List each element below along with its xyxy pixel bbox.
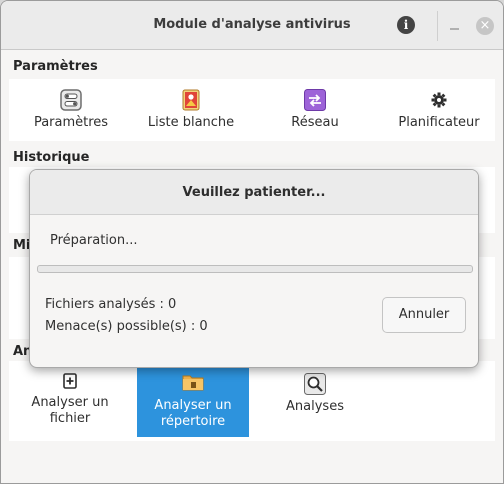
network-icon [304, 89, 326, 111]
whitelist-button[interactable]: Liste blanche [141, 89, 241, 131]
toggle-settings-icon [60, 89, 82, 111]
settings-label: Paramètres [33, 115, 109, 130]
dialog-header: Veuillez patienter... [30, 170, 478, 215]
dialog-title: Veuillez patienter... [182, 185, 326, 200]
scheduler-label: Planificateur [398, 115, 480, 130]
folder-icon [182, 375, 204, 391]
scan-directory-label-line1: Analyser un [154, 398, 232, 413]
scans-label: Analyses [286, 399, 344, 414]
gear-icon [431, 92, 447, 108]
section-header-parametres: Paramètres [13, 59, 98, 74]
add-file-icon [63, 373, 77, 389]
scan-file-label-line1: Analyser un [31, 395, 109, 410]
scan-directory-button[interactable]: Analyser un répertoire [137, 361, 249, 437]
title-bar: Module d'analyse antivirus i × [1, 1, 503, 50]
window-title: Module d'analyse antivirus [153, 17, 351, 32]
network-label: Réseau [291, 115, 339, 130]
whitelist-label: Liste blanche [147, 115, 235, 130]
whitelist-icon [182, 89, 200, 111]
scheduler-button[interactable]: Planificateur [391, 91, 487, 131]
threats-found-count: Menace(s) possible(s) : 0 [45, 319, 208, 334]
settings-button[interactable]: Paramètres [31, 89, 111, 131]
cancel-button[interactable]: Annuler [382, 297, 466, 333]
dialog-status-text: Préparation... [50, 233, 138, 248]
scan-progress-bar [37, 265, 473, 273]
info-icon[interactable]: i [397, 16, 415, 34]
progress-dialog: Veuillez patienter... Préparation... Fic… [29, 169, 479, 368]
files-scanned-count: Fichiers analysés : 0 [45, 297, 177, 312]
app-window: Module d'analyse antivirus i × Paramètre… [0, 0, 504, 484]
close-button[interactable]: × [476, 17, 494, 35]
magnifier-icon [304, 373, 326, 395]
network-button[interactable]: Réseau [275, 89, 355, 131]
parametres-panel: Paramètres Liste blanche Réseau Planific… [9, 79, 495, 141]
scans-button[interactable]: Analyses [273, 373, 357, 415]
title-separator [437, 11, 438, 41]
scan-directory-label-line2: répertoire [160, 414, 226, 429]
scan-file-label-line2: fichier [49, 411, 91, 426]
section-header-historique: Historique [13, 150, 90, 165]
minimize-button[interactable] [450, 28, 459, 30]
scan-file-button[interactable]: Analyser un fichier [25, 373, 115, 427]
section-header-mises-a-jour: Mi [13, 238, 31, 253]
